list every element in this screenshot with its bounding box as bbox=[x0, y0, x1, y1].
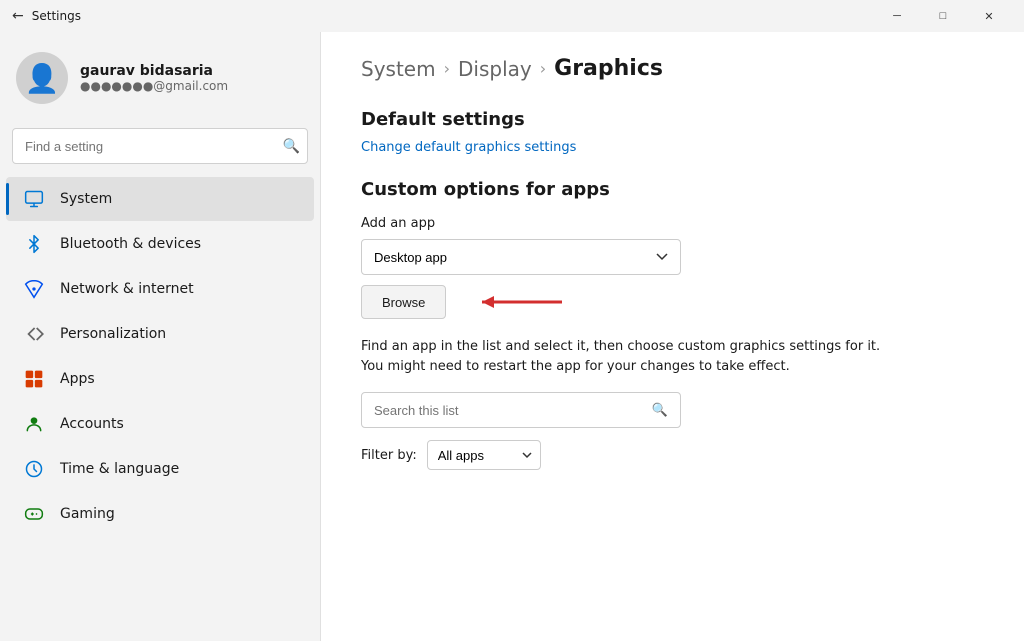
browse-row: Browse bbox=[361, 285, 984, 319]
search-list-icon: 🔍 bbox=[652, 403, 668, 418]
default-settings-link[interactable]: Change default graphics settings bbox=[361, 140, 576, 155]
search-list-box[interactable]: 🔍 bbox=[361, 392, 681, 428]
search-list-input[interactable] bbox=[374, 403, 652, 418]
close-button[interactable]: ✕ bbox=[966, 0, 1012, 32]
window-controls: ─ □ ✕ bbox=[874, 0, 1012, 32]
sidebar: 👤 gaurav bidasaria ●●●●●●●@gmail.com 🔍 bbox=[0, 32, 320, 641]
add-app-label: Add an app bbox=[361, 216, 984, 231]
sidebar-item-gaming[interactable]: Gaming bbox=[6, 492, 314, 536]
sidebar-item-accounts-label: Accounts bbox=[60, 416, 124, 432]
sidebar-item-apps[interactable]: Apps bbox=[6, 357, 314, 401]
maximize-button[interactable]: □ bbox=[920, 0, 966, 32]
avatar-icon: 👤 bbox=[25, 62, 60, 95]
sidebar-item-time-label: Time & language bbox=[60, 461, 179, 477]
sidebar-item-time[interactable]: Time & language bbox=[6, 447, 314, 491]
sidebar-item-accounts[interactable]: Accounts bbox=[6, 402, 314, 446]
sidebar-item-bluetooth-label: Bluetooth & devices bbox=[60, 236, 201, 252]
app-body: 👤 gaurav bidasaria ●●●●●●●@gmail.com 🔍 bbox=[0, 32, 1024, 641]
main-content: System › Display › Graphics Default sett… bbox=[320, 32, 1024, 641]
accounts-icon bbox=[22, 412, 46, 436]
description-text: Find an app in the list and select it, t… bbox=[361, 337, 881, 376]
user-info: gaurav bidasaria ●●●●●●●@gmail.com bbox=[80, 63, 228, 93]
time-icon bbox=[22, 457, 46, 481]
browse-button[interactable]: Browse bbox=[361, 285, 446, 319]
breadcrumb-sep1: › bbox=[444, 59, 450, 78]
breadcrumb-current: Graphics bbox=[554, 56, 663, 81]
sidebar-item-apps-label: Apps bbox=[60, 371, 95, 387]
search-icon[interactable]: 🔍 bbox=[283, 138, 300, 155]
red-arrow-icon bbox=[462, 287, 582, 317]
sidebar-item-network[interactable]: Network & internet bbox=[6, 267, 314, 311]
apps-icon bbox=[22, 367, 46, 391]
avatar: 👤 bbox=[16, 52, 68, 104]
dropdown-row: Desktop app Microsoft Store app bbox=[361, 239, 984, 275]
user-name: gaurav bidasaria bbox=[80, 63, 228, 79]
title-bar-left: ← Settings bbox=[12, 8, 81, 24]
back-icon[interactable]: ← bbox=[12, 8, 24, 24]
search-box: 🔍 bbox=[12, 128, 308, 164]
sidebar-item-bluetooth[interactable]: Bluetooth & devices bbox=[6, 222, 314, 266]
search-input[interactable] bbox=[12, 128, 308, 164]
filter-row: Filter by: All apps Classic apps Store a… bbox=[361, 440, 984, 470]
desktop-app-dropdown[interactable]: Desktop app Microsoft Store app bbox=[361, 239, 681, 275]
network-icon bbox=[22, 277, 46, 301]
gaming-icon bbox=[22, 502, 46, 526]
sidebar-item-personalization-label: Personalization bbox=[60, 326, 166, 342]
sidebar-item-gaming-label: Gaming bbox=[60, 506, 115, 522]
system-icon bbox=[22, 187, 46, 211]
filter-dropdown[interactable]: All apps Classic apps Store apps bbox=[427, 440, 541, 470]
window-title: Settings bbox=[32, 9, 81, 23]
sidebar-item-system-label: System bbox=[60, 191, 112, 207]
arrow-annotation bbox=[462, 287, 582, 317]
sidebar-item-system[interactable]: System bbox=[6, 177, 314, 221]
user-profile[interactable]: 👤 gaurav bidasaria ●●●●●●●@gmail.com bbox=[0, 32, 320, 120]
custom-options-section: Custom options for apps Add an app Deskt… bbox=[361, 179, 984, 470]
minimize-button[interactable]: ─ bbox=[874, 0, 920, 32]
breadcrumb-sep2: › bbox=[540, 59, 546, 78]
bluetooth-icon bbox=[22, 232, 46, 256]
title-bar: ← Settings ─ □ ✕ bbox=[0, 0, 1024, 32]
breadcrumb-system[interactable]: System bbox=[361, 57, 436, 81]
filter-label: Filter by: bbox=[361, 448, 417, 463]
breadcrumb: System › Display › Graphics bbox=[361, 56, 984, 81]
default-settings-section: Default settings Change default graphics… bbox=[361, 109, 984, 179]
sidebar-item-network-label: Network & internet bbox=[60, 281, 194, 297]
custom-options-title: Custom options for apps bbox=[361, 179, 984, 200]
breadcrumb-display[interactable]: Display bbox=[458, 57, 532, 81]
user-email: ●●●●●●●@gmail.com bbox=[80, 79, 228, 93]
default-settings-title: Default settings bbox=[361, 109, 984, 130]
personalization-icon bbox=[22, 322, 46, 346]
sidebar-nav: System Bluetooth & devices bbox=[0, 176, 320, 537]
sidebar-item-personalization[interactable]: Personalization bbox=[6, 312, 314, 356]
